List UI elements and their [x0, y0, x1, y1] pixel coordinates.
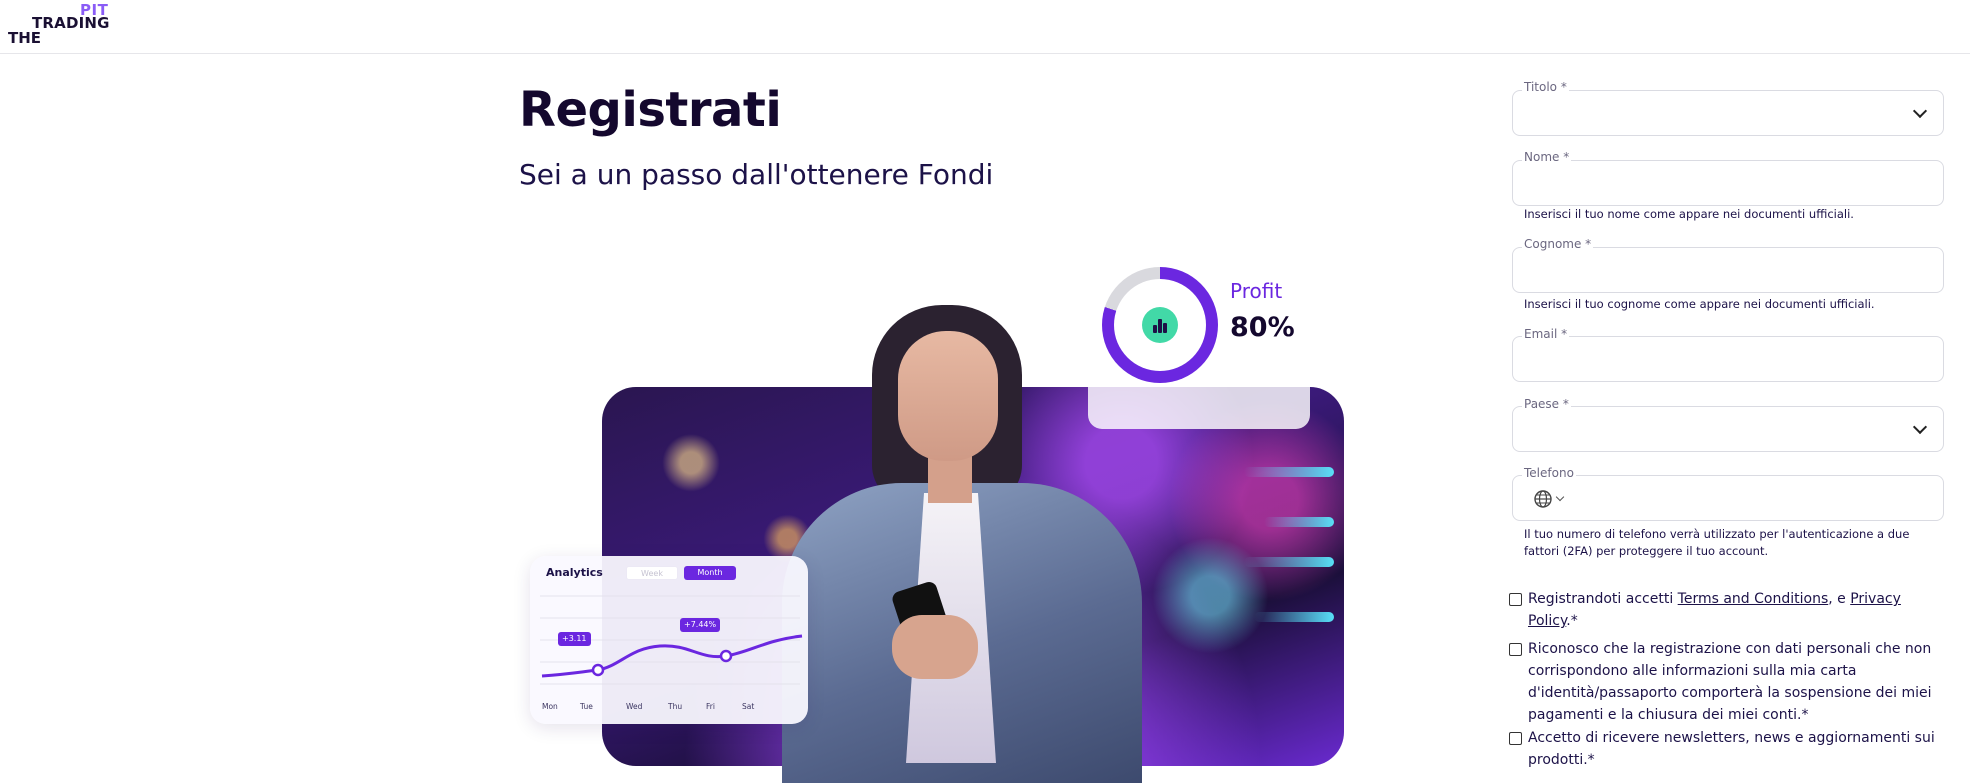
terms-link[interactable]: Terms and Conditions: [1678, 591, 1829, 607]
profit-value: 80%: [1230, 312, 1295, 343]
chevron-down-icon: [1912, 103, 1928, 119]
last-name-label: Cognome *: [1522, 237, 1594, 251]
privacy-link-policy[interactable]: Policy: [1528, 613, 1566, 629]
identity-consent-text: Riconosco che la registrazione con dati …: [1528, 638, 1938, 726]
identity-line: d'identità/passaporto comporterà la sosp…: [1528, 685, 1932, 701]
first-name-field[interactable]: [1512, 160, 1944, 206]
day-label: Fri: [706, 702, 715, 711]
analytics-point: [719, 649, 733, 663]
profit-widget: Profit 80%: [1102, 267, 1302, 385]
identity-line: pagamenti e la chiusura dei miei conti.*: [1528, 707, 1809, 723]
logo[interactable]: PIT TRADING THE: [8, 0, 118, 48]
logo-the: THE: [8, 29, 42, 47]
phone-label: Telefono: [1522, 466, 1576, 480]
newsletter-consent-text: Accetto di ricevere newsletters, news e …: [1528, 727, 1938, 771]
analytics-point: [591, 663, 605, 677]
email-field[interactable]: [1512, 336, 1944, 382]
bar-chart-icon: [1142, 307, 1178, 343]
phone-hint-line1: Il tuo numero di telefono verrà utilizza…: [1524, 527, 1910, 541]
privacy-link[interactable]: Privacy: [1850, 591, 1901, 607]
newsletter-line: prodotti.*: [1528, 752, 1595, 768]
profit-donut: [1102, 267, 1218, 383]
day-label: Mon: [542, 702, 558, 711]
country-select[interactable]: [1512, 406, 1944, 452]
email-label: Email *: [1522, 327, 1570, 341]
light-streak: [1244, 467, 1334, 477]
light-streak: [1254, 612, 1334, 622]
logo-trading: TRADING: [32, 14, 110, 32]
title-select[interactable]: [1512, 90, 1944, 136]
light-streak: [1264, 517, 1334, 527]
last-name-hint: Inserisci il tuo cognome come appare nei…: [1524, 297, 1875, 311]
page-title: Registrati: [519, 82, 782, 138]
terms-text-after: .*: [1566, 613, 1578, 629]
last-name-field[interactable]: [1512, 247, 1944, 293]
analytics-tag: +7.44%: [680, 618, 721, 632]
analytics-tag: +3.11: [558, 632, 591, 646]
analytics-widget: Analytics Week Month +3.11 +7.44% Mon Tu…: [530, 556, 808, 724]
globe-icon[interactable]: [1533, 489, 1553, 509]
day-label: Sat: [742, 702, 755, 711]
day-label: Wed: [626, 702, 643, 711]
tab-month[interactable]: Month: [684, 566, 736, 580]
chevron-down-icon[interactable]: [1555, 492, 1565, 502]
first-name-hint: Inserisci il tuo nome come appare nei do…: [1524, 207, 1854, 221]
country-label: Paese *: [1522, 397, 1571, 411]
site-header: PIT TRADING THE: [0, 0, 1970, 54]
terms-checkbox[interactable]: [1509, 593, 1522, 606]
profit-label: Profit: [1230, 279, 1283, 303]
identity-line: Riconosco che la registrazione con dati …: [1528, 641, 1932, 657]
analytics-title: Analytics: [546, 566, 603, 579]
terms-consent-text: Registrandoti accetti Terms and Conditio…: [1528, 588, 1938, 632]
terms-text-middle: , e: [1828, 591, 1851, 607]
identity-checkbox[interactable]: [1509, 643, 1522, 656]
phone-hint-line2: fattori (2FA) per proteggere il tuo acco…: [1524, 544, 1769, 558]
day-label: Tue: [580, 702, 593, 711]
analytics-days: Mon Tue Wed Thu Fri Sat: [542, 702, 802, 714]
newsletter-line: Accetto di ricevere newsletters, news e …: [1528, 730, 1935, 746]
terms-text-before: Registrandoti accetti: [1528, 591, 1678, 607]
day-label: Thu: [668, 702, 683, 711]
page-subtitle: Sei a un passo dall'ottenere Fondi: [519, 158, 994, 191]
phone-field[interactable]: [1512, 475, 1944, 521]
title-label: Titolo *: [1522, 80, 1569, 94]
identity-line: corrispondono alle informazioni sulla mi…: [1528, 663, 1857, 679]
tab-week[interactable]: Week: [626, 566, 678, 580]
chevron-down-icon: [1912, 419, 1928, 435]
first-name-label: Nome *: [1522, 150, 1572, 164]
newsletter-checkbox[interactable]: [1509, 732, 1522, 745]
light-streak: [1244, 557, 1334, 567]
